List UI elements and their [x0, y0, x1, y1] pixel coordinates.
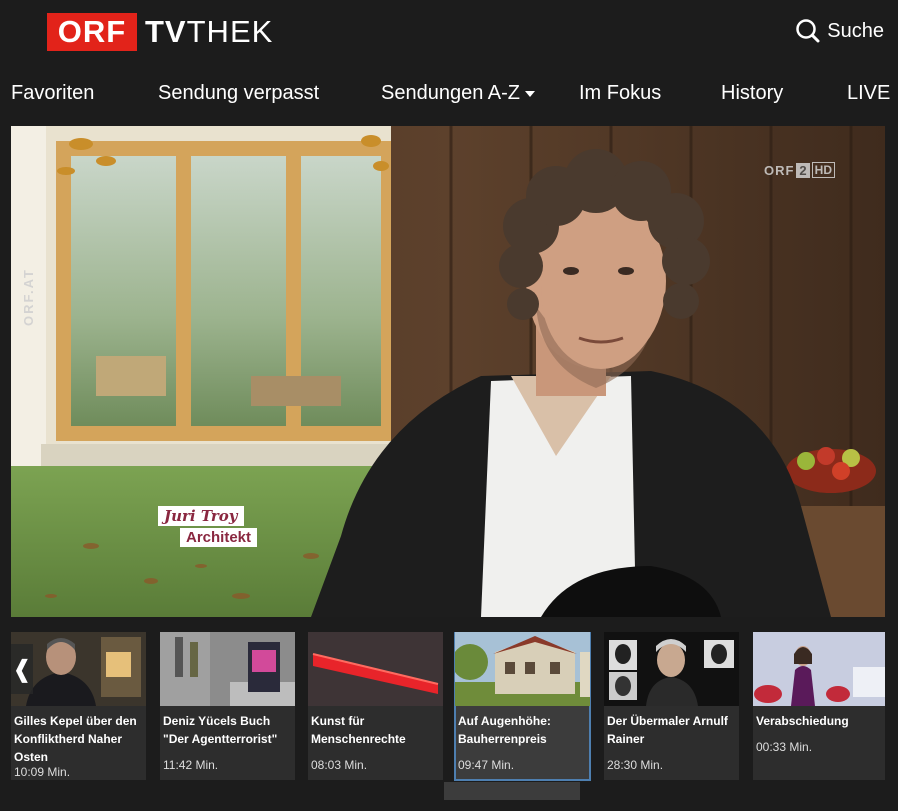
video-title: Auf Augenhöhe: Bauherrenpreis [458, 714, 551, 746]
caption-role: Architekt [180, 528, 258, 547]
channel-logo-orf2hd: ORF 2 HD [764, 162, 835, 178]
nav-item-live[interactable]: LIVE [847, 82, 890, 105]
video-title: Der Übermaler Arnulf Rainer [607, 714, 728, 746]
carousel-prev-button[interactable]: ❰ [11, 644, 33, 694]
video-thumbnail [455, 632, 590, 706]
logo-thek: THEK [186, 14, 274, 49]
caret-down-icon [525, 90, 535, 97]
header: ORF TV THEK Suche [0, 0, 898, 62]
channel-logo-orf: ORF [763, 162, 795, 178]
video-thumbnail [604, 632, 739, 706]
video-card[interactable]: Deniz Yücels Buch "Der Agentterrorist" 1… [160, 632, 295, 780]
chevron-left-icon: ❰ [11, 655, 33, 683]
main-nav: Favoriten Sendung verpasst Sendungen A-Z… [0, 78, 898, 112]
video-thumbnail [308, 632, 443, 706]
nav-item-sendungen-a-z-label: Sendungen A-Z [381, 82, 520, 104]
video-frame [11, 126, 885, 617]
channel-logo-number: 2 [796, 162, 810, 178]
video-duration: 09:47 Min. [458, 758, 515, 772]
active-card-shadow [444, 782, 580, 800]
video-card[interactable]: Kunst für Menschenrechte 08:03 Min. [308, 632, 443, 780]
video-duration: 08:03 Min. [311, 758, 368, 772]
channel-logo-hd: HD [811, 162, 835, 178]
nav-item-favoriten[interactable]: Favoriten [11, 82, 94, 105]
video-player[interactable]: ORF 2 HD ORF.AT Juri Troy Architekt [11, 126, 885, 617]
search-button[interactable]: Suche [795, 18, 884, 44]
logo-orf: ORF [47, 13, 137, 51]
nav-item-im-fokus[interactable]: Im Fokus [579, 82, 661, 105]
video-title: Verabschiedung [756, 714, 849, 728]
logo-tv: TV [145, 14, 187, 49]
video-carousel: ❰ Gilles Kepel über den Konfliktherd Nah… [11, 632, 885, 798]
video-title: Gilles Kepel über den Konfliktherd Naher… [14, 714, 137, 764]
video-card-active[interactable]: Auf Augenhöhe: Bauherrenpreis 09:47 Min. [454, 632, 591, 781]
search-label: Suche [827, 19, 884, 42]
orf-at-watermark: ORF.AT [21, 268, 36, 326]
video-duration: 11:42 Min. [163, 758, 219, 772]
video-card[interactable]: Der Übermaler Arnulf Rainer 28:30 Min. [604, 632, 739, 780]
video-thumbnail [753, 632, 885, 706]
search-icon [796, 19, 820, 43]
video-duration: 28:30 Min. [607, 758, 664, 772]
video-card[interactable]: Verabschiedung 00:33 Min. [753, 632, 885, 780]
video-duration: 10:09 Min. [14, 765, 71, 779]
video-title: Deniz Yücels Buch "Der Agentterrorist" [163, 714, 278, 746]
video-title: Kunst für Menschenrechte [311, 714, 406, 746]
video-thumbnail [160, 632, 295, 706]
lower-third-caption: Juri Troy Architekt [158, 506, 258, 547]
video-duration: 00:33 Min. [756, 740, 813, 754]
nav-item-history[interactable]: History [721, 82, 783, 105]
caption-name: Juri Troy [158, 506, 244, 526]
nav-item-sendung-verpasst[interactable]: Sendung verpasst [158, 82, 319, 105]
orf-tvthek-logo[interactable]: ORF TV THEK [47, 13, 273, 51]
nav-item-sendungen-a-z[interactable]: Sendungen A-Z [381, 82, 535, 105]
